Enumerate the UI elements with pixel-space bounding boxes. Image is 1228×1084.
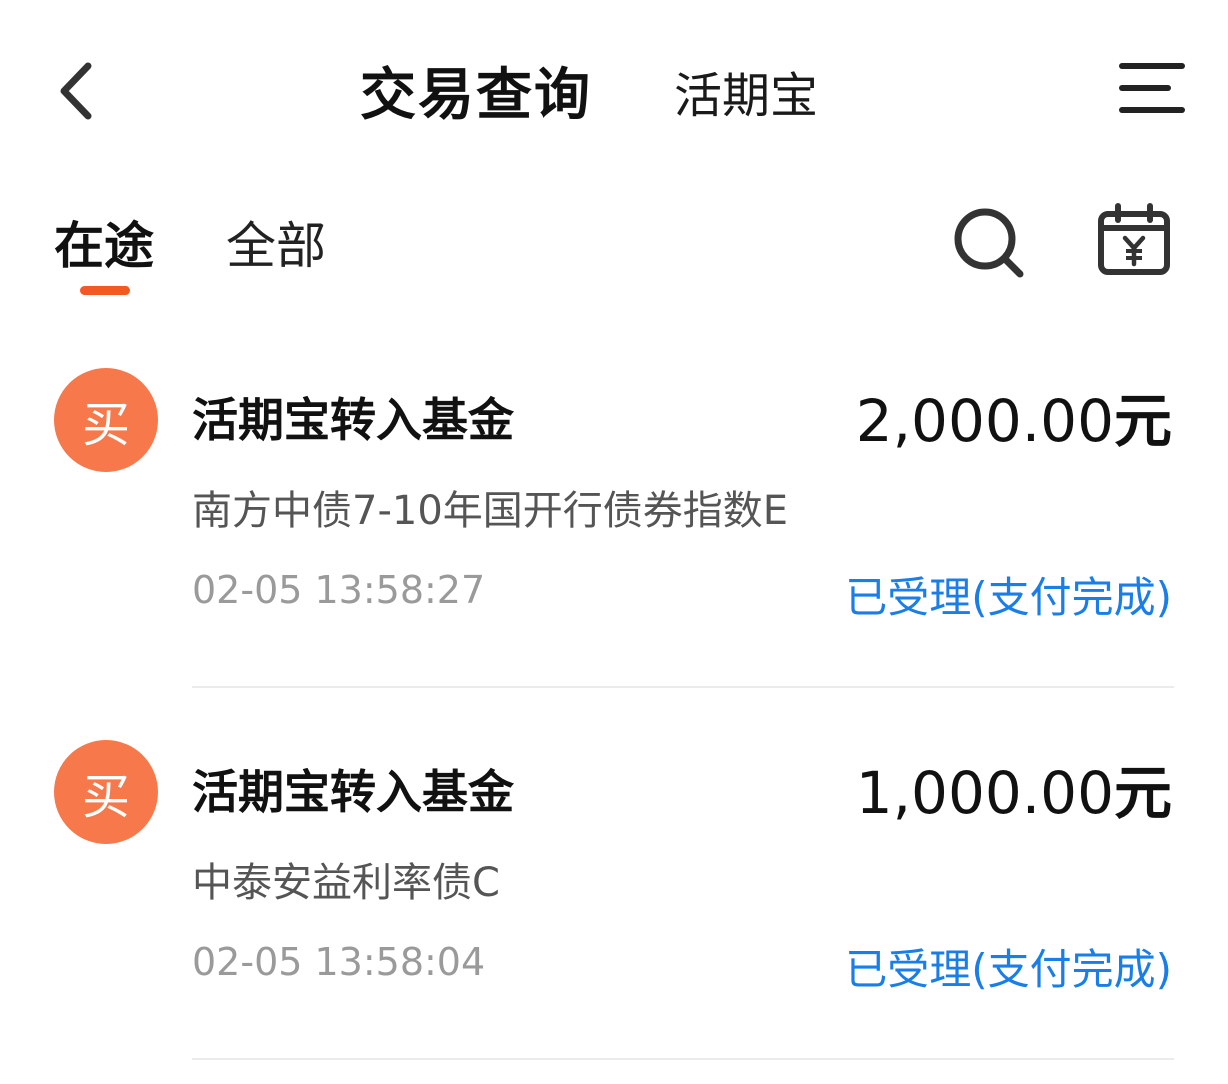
transaction-time: 02-05 13:58:04 <box>192 940 486 984</box>
transaction-status: 已受理(支付完成) <box>845 945 1172 994</box>
calendar-yuan-icon <box>1098 203 1170 275</box>
page-subtitle: 活期宝 <box>674 68 819 124</box>
tab-in-transit[interactable]: 在途 <box>54 206 154 278</box>
divider <box>192 686 1174 688</box>
tab-all[interactable]: 全部 <box>226 206 326 278</box>
chevron-left-icon <box>60 62 92 120</box>
amount-value: 2,000.00 <box>855 387 1114 455</box>
amount-unit: 元 <box>1113 387 1172 455</box>
amount-value: 1,000.00 <box>855 759 1114 827</box>
transaction-item[interactable]: 买 活期宝转入基金 2,000.00元 南方中债7-10年国开行债券指数E 02… <box>0 340 1228 712</box>
menu-icon <box>1119 63 1185 113</box>
search-icon <box>954 208 1024 278</box>
transaction-amount: 2,000.00元 <box>856 374 1172 458</box>
buy-avatar-char: 买 <box>81 397 130 453</box>
search-button[interactable] <box>948 202 1032 286</box>
divider <box>192 1058 1174 1060</box>
menu-button[interactable] <box>1112 54 1192 124</box>
fund-name: 中泰安益利率债C <box>192 860 500 906</box>
transaction-title: 活期宝转入基金 <box>192 393 514 447</box>
transaction-time: 02-05 13:58:27 <box>192 568 486 612</box>
buy-avatar: 买 <box>54 368 158 472</box>
calendar-button[interactable] <box>1094 200 1176 282</box>
transaction-item[interactable]: 买 活期宝转入基金 1,000.00元 中泰安益利率债C 02-05 13:58… <box>0 712 1228 1084</box>
transaction-amount: 1,000.00元 <box>856 746 1172 830</box>
buy-avatar-char: 买 <box>81 769 130 825</box>
transaction-status: 已受理(支付完成) <box>845 573 1172 622</box>
back-button[interactable] <box>48 56 108 126</box>
fund-name: 南方中债7-10年国开行债券指数E <box>192 488 789 534</box>
page-title: 交易查询 <box>360 63 592 128</box>
active-tab-indicator <box>80 286 130 295</box>
transaction-title: 活期宝转入基金 <box>192 765 514 819</box>
buy-avatar: 买 <box>54 740 158 844</box>
amount-unit: 元 <box>1113 759 1172 827</box>
